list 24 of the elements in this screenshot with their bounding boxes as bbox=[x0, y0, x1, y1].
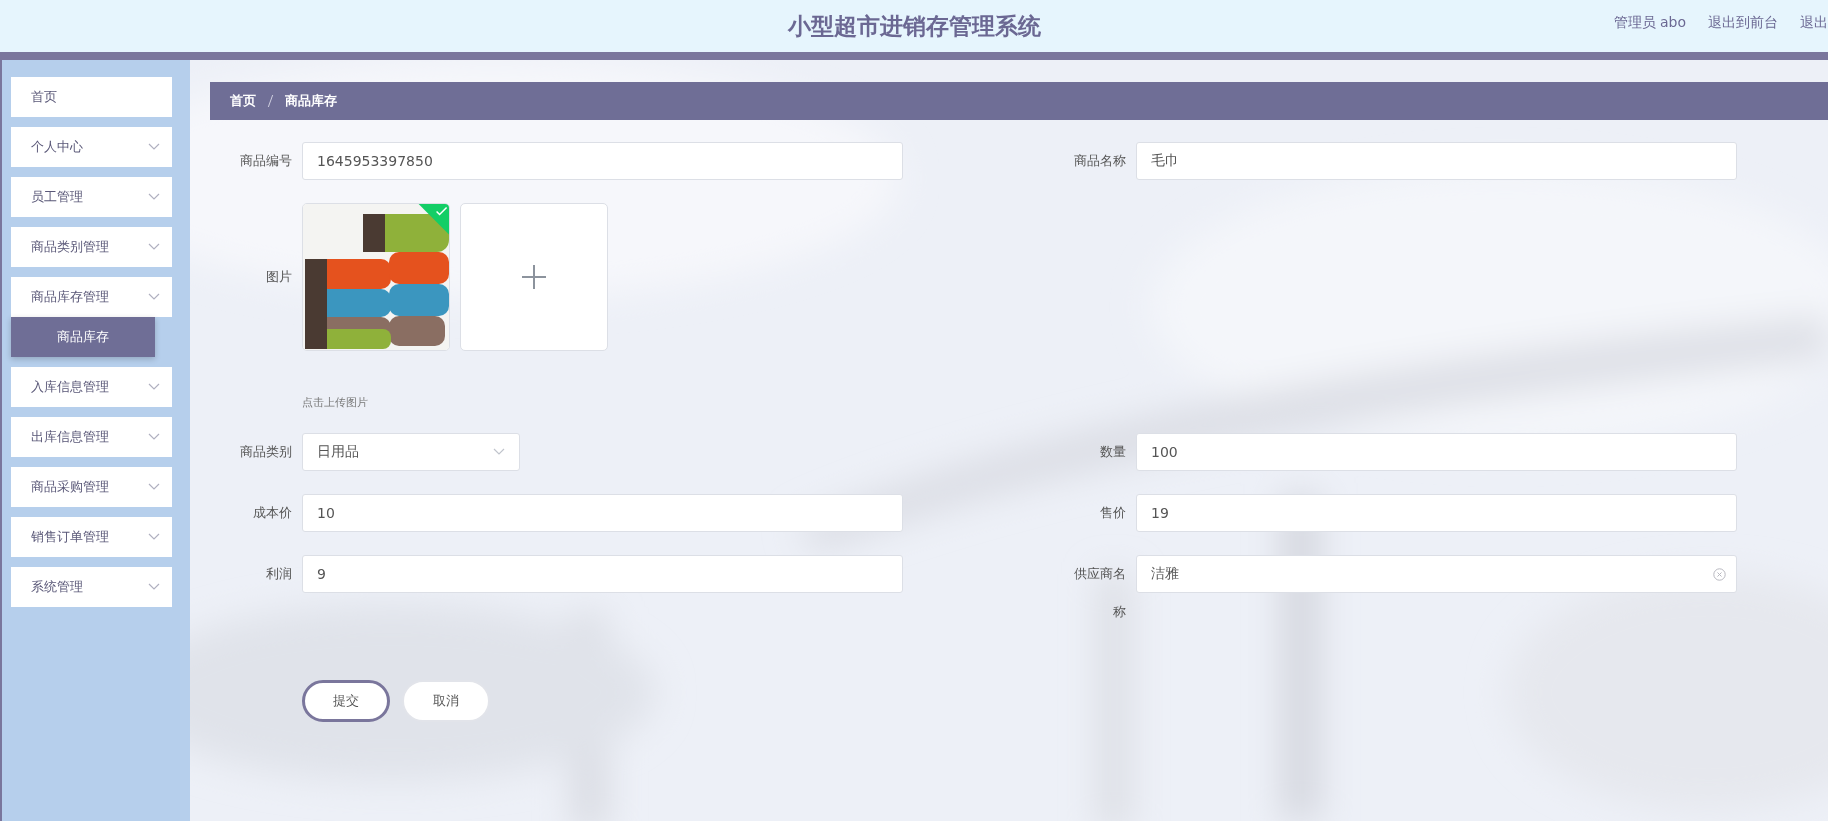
menu-item[interactable]: 系统管理 bbox=[11, 567, 172, 607]
menu-item[interactable]: 商品库存管理 bbox=[11, 277, 172, 317]
menu-item[interactable]: 销售订单管理 bbox=[11, 517, 172, 557]
menu-item[interactable]: 出库信息管理 bbox=[11, 417, 172, 457]
user-label: 管理员 abo bbox=[1613, 14, 1686, 32]
chevron-icon bbox=[148, 293, 160, 301]
header-link[interactable]: 退出到前台 bbox=[1708, 14, 1778, 32]
chevron-icon bbox=[148, 533, 160, 541]
chevron-icon bbox=[148, 383, 160, 391]
chevron-icon bbox=[148, 433, 160, 441]
menu-item[interactable]: 员工管理 bbox=[11, 177, 172, 217]
menu-item[interactable]: 商品采购管理 bbox=[11, 467, 172, 507]
chevron-icon bbox=[148, 143, 160, 151]
menu-item[interactable]: 商品类别管理 bbox=[11, 227, 172, 267]
menu-item[interactable]: 入库信息管理 bbox=[11, 367, 172, 407]
submenu-item[interactable]: 商品库存 bbox=[11, 317, 155, 357]
app-title: 小型超市进销存管理系统 bbox=[787, 11, 1041, 41]
chevron-icon bbox=[148, 193, 160, 201]
chevron-icon bbox=[148, 243, 160, 251]
chevron-icon bbox=[148, 483, 160, 491]
header-link[interactable]: 退出 bbox=[1800, 14, 1828, 32]
chevron-icon bbox=[148, 583, 160, 591]
menu-item[interactable]: 个人中心 bbox=[11, 127, 172, 167]
menu-item[interactable]: 首页 bbox=[11, 77, 172, 117]
